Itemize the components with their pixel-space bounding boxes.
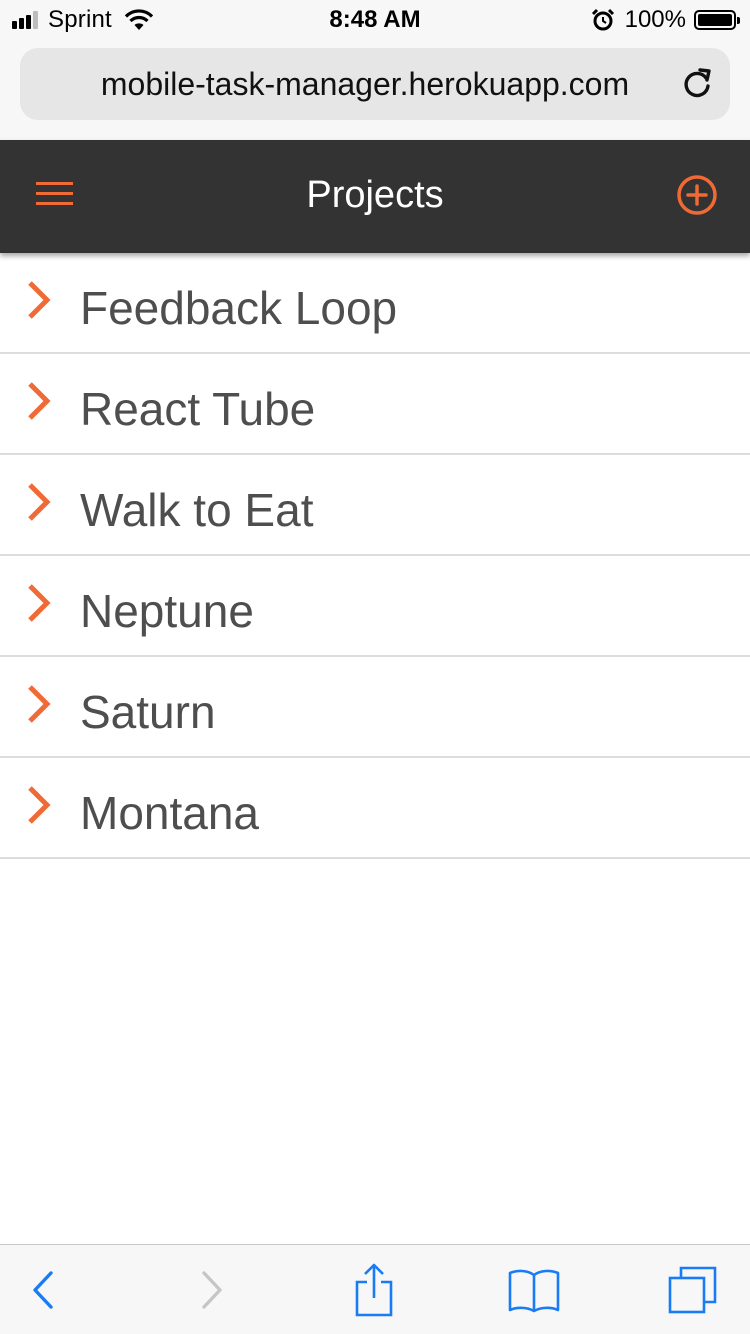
status-bar: Sprint 8:48 AM 100% — [0, 0, 750, 40]
project-name[interactable]: React Tube — [80, 382, 315, 436]
project-name[interactable]: Montana — [80, 786, 259, 840]
project-name[interactable]: Saturn — [80, 685, 216, 739]
share-button[interactable] — [324, 1245, 424, 1334]
battery-icon — [694, 10, 740, 30]
project-item-react-tube[interactable]: React Tube — [0, 354, 750, 455]
project-item-feedback-loop[interactable]: Feedback Loop — [0, 253, 750, 354]
tabs-icon[interactable] — [667, 1264, 719, 1316]
forward-button[interactable] — [162, 1245, 262, 1334]
project-item-saturn[interactable]: Saturn — [0, 657, 750, 758]
tabs-button[interactable] — [643, 1245, 743, 1334]
app-header: Projects — [0, 140, 750, 253]
bookmarks-button[interactable] — [484, 1245, 584, 1334]
status-right: 100% — [591, 6, 740, 34]
project-name[interactable]: Feedback Loop — [80, 281, 397, 335]
chevron-right-icon — [28, 382, 51, 420]
add-icon[interactable] — [676, 174, 718, 216]
url-field[interactable]: mobile-task-manager.herokuapp.com — [20, 48, 730, 120]
screen: Sprint 8:48 AM 100% mobile-task-manager.… — [0, 0, 750, 1334]
reload-icon[interactable] — [680, 66, 714, 102]
battery-percent: 100% — [624, 6, 686, 33]
browser-bar: mobile-task-manager.herokuapp.com — [0, 40, 750, 140]
chevron-right-icon — [28, 786, 51, 824]
forward-icon[interactable] — [200, 1270, 224, 1310]
page-title: Projects — [306, 174, 444, 216]
project-item-walk-to-eat[interactable]: Walk to Eat — [0, 455, 750, 556]
chevron-right-icon — [28, 584, 51, 622]
project-list: Feedback Loop React Tube Walk to Eat Nep… — [0, 253, 750, 859]
chevron-right-icon — [28, 483, 51, 521]
project-item-neptune[interactable]: Neptune — [0, 556, 750, 657]
back-icon[interactable] — [31, 1270, 55, 1310]
project-item-montana[interactable]: Montana — [0, 758, 750, 859]
browser-toolbar — [0, 1244, 750, 1334]
project-name[interactable]: Walk to Eat — [80, 483, 313, 537]
url-text[interactable]: mobile-task-manager.herokuapp.com — [20, 66, 660, 103]
project-name[interactable]: Neptune — [80, 584, 254, 638]
back-button[interactable] — [0, 1245, 93, 1334]
share-icon[interactable] — [354, 1262, 394, 1318]
add-project-button[interactable] — [676, 174, 718, 216]
chevron-right-icon — [28, 281, 51, 319]
alarm-icon — [591, 8, 614, 31]
bookmarks-icon[interactable] — [507, 1267, 561, 1313]
chevron-right-icon — [28, 685, 51, 723]
